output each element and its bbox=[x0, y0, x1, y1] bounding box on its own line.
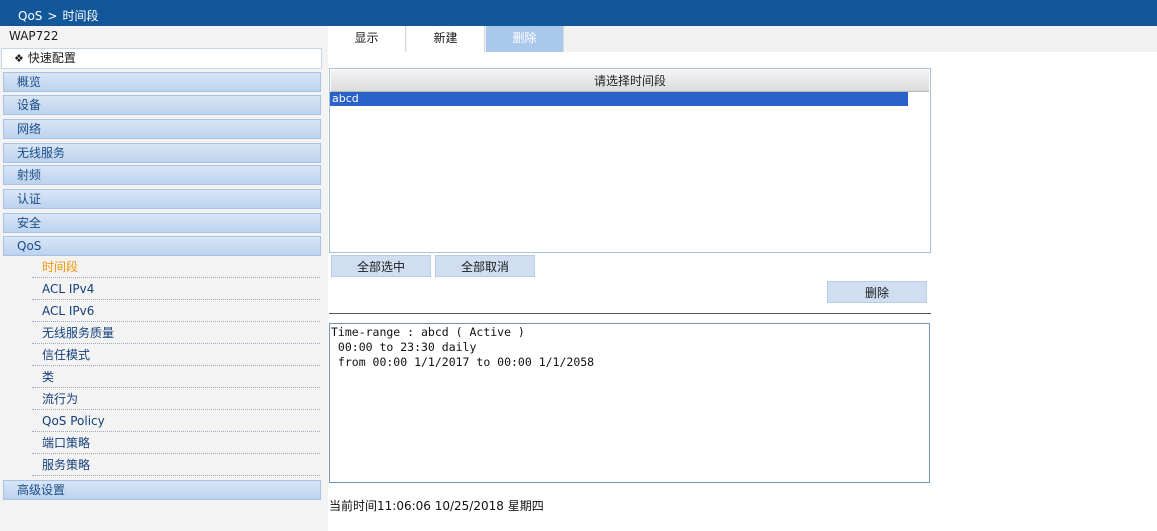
time-range-detail[interactable]: Time-range : abcd ( Active ) 00:00 to 23… bbox=[329, 323, 930, 483]
breadcrumb-separator: > bbox=[47, 9, 58, 23]
sidebar-subitem-qos-policy[interactable]: QoS Policy bbox=[32, 410, 320, 432]
tab-delete[interactable]: 删除 bbox=[486, 26, 564, 52]
sidebar-item-device[interactable]: 设备 bbox=[3, 95, 321, 115]
sidebar-item-advanced[interactable]: 高级设置 bbox=[3, 480, 321, 500]
sidebar-subitem-port-policy[interactable]: 端口策略 bbox=[32, 432, 320, 454]
divider bbox=[329, 313, 931, 314]
sidebar-item-network[interactable]: 网络 bbox=[3, 119, 321, 139]
sidebar-item-security[interactable]: 安全 bbox=[3, 213, 321, 233]
sidebar-subitem-time-range[interactable]: 时间段 bbox=[32, 256, 320, 278]
sidebar-item-radio[interactable]: 射频 bbox=[3, 165, 321, 185]
sidebar-subitem-traffic-behavior[interactable]: 流行为 bbox=[32, 388, 320, 410]
sidebar-subitem-service-policy[interactable]: 服务策略 bbox=[32, 454, 320, 476]
breadcrumb-page: 时间段 bbox=[62, 9, 99, 23]
sidebar-subitem-acl-ipv4[interactable]: ACL IPv4 bbox=[32, 278, 320, 300]
sidebar-item-overview[interactable]: 概览 bbox=[3, 72, 321, 92]
sidebar-item-wireless-service[interactable]: 无线服务 bbox=[3, 143, 321, 163]
deselect-all-button[interactable]: 全部取消 bbox=[435, 255, 535, 277]
sidebar-item-quick-config[interactable]: ❖ 快速配置 bbox=[1, 48, 322, 69]
time-range-list: 请选择时间段 abcd bbox=[329, 68, 931, 253]
sidebar-subitem-acl-ipv6[interactable]: ACL IPv6 bbox=[32, 300, 320, 322]
breadcrumb-section[interactable]: QoS bbox=[18, 9, 42, 23]
sidebar: WAP722 ❖ 快速配置 概览 设备 网络 无线服务 射频 认证 安全 QoS … bbox=[0, 26, 328, 531]
current-time: 当前时间11:06:06 10/25/2018 星期四 bbox=[329, 499, 544, 513]
tab-bar: 显示 新建 删除 bbox=[328, 26, 1157, 52]
sidebar-item-authentication[interactable]: 认证 bbox=[3, 189, 321, 209]
sidebar-item-qos[interactable]: QoS bbox=[3, 236, 321, 256]
diamond-icon: ❖ bbox=[14, 52, 24, 65]
sidebar-subitem-wireless-qos[interactable]: 无线服务质量 bbox=[32, 322, 320, 344]
delete-button[interactable]: 删除 bbox=[827, 281, 927, 303]
tab-display[interactable]: 显示 bbox=[328, 26, 406, 52]
quick-config-label: 快速配置 bbox=[27, 51, 76, 65]
sidebar-subitem-trust-mode[interactable]: 信任模式 bbox=[32, 344, 320, 366]
list-header: 请选择时间段 bbox=[331, 70, 929, 92]
list-item[interactable]: abcd bbox=[330, 92, 908, 106]
device-name[interactable]: WAP722 bbox=[9, 29, 59, 43]
select-all-button[interactable]: 全部选中 bbox=[331, 255, 431, 277]
breadcrumb: QoS > 时间段 bbox=[0, 6, 1157, 26]
sidebar-subitem-class[interactable]: 类 bbox=[32, 366, 320, 388]
tab-new[interactable]: 新建 bbox=[407, 26, 485, 52]
